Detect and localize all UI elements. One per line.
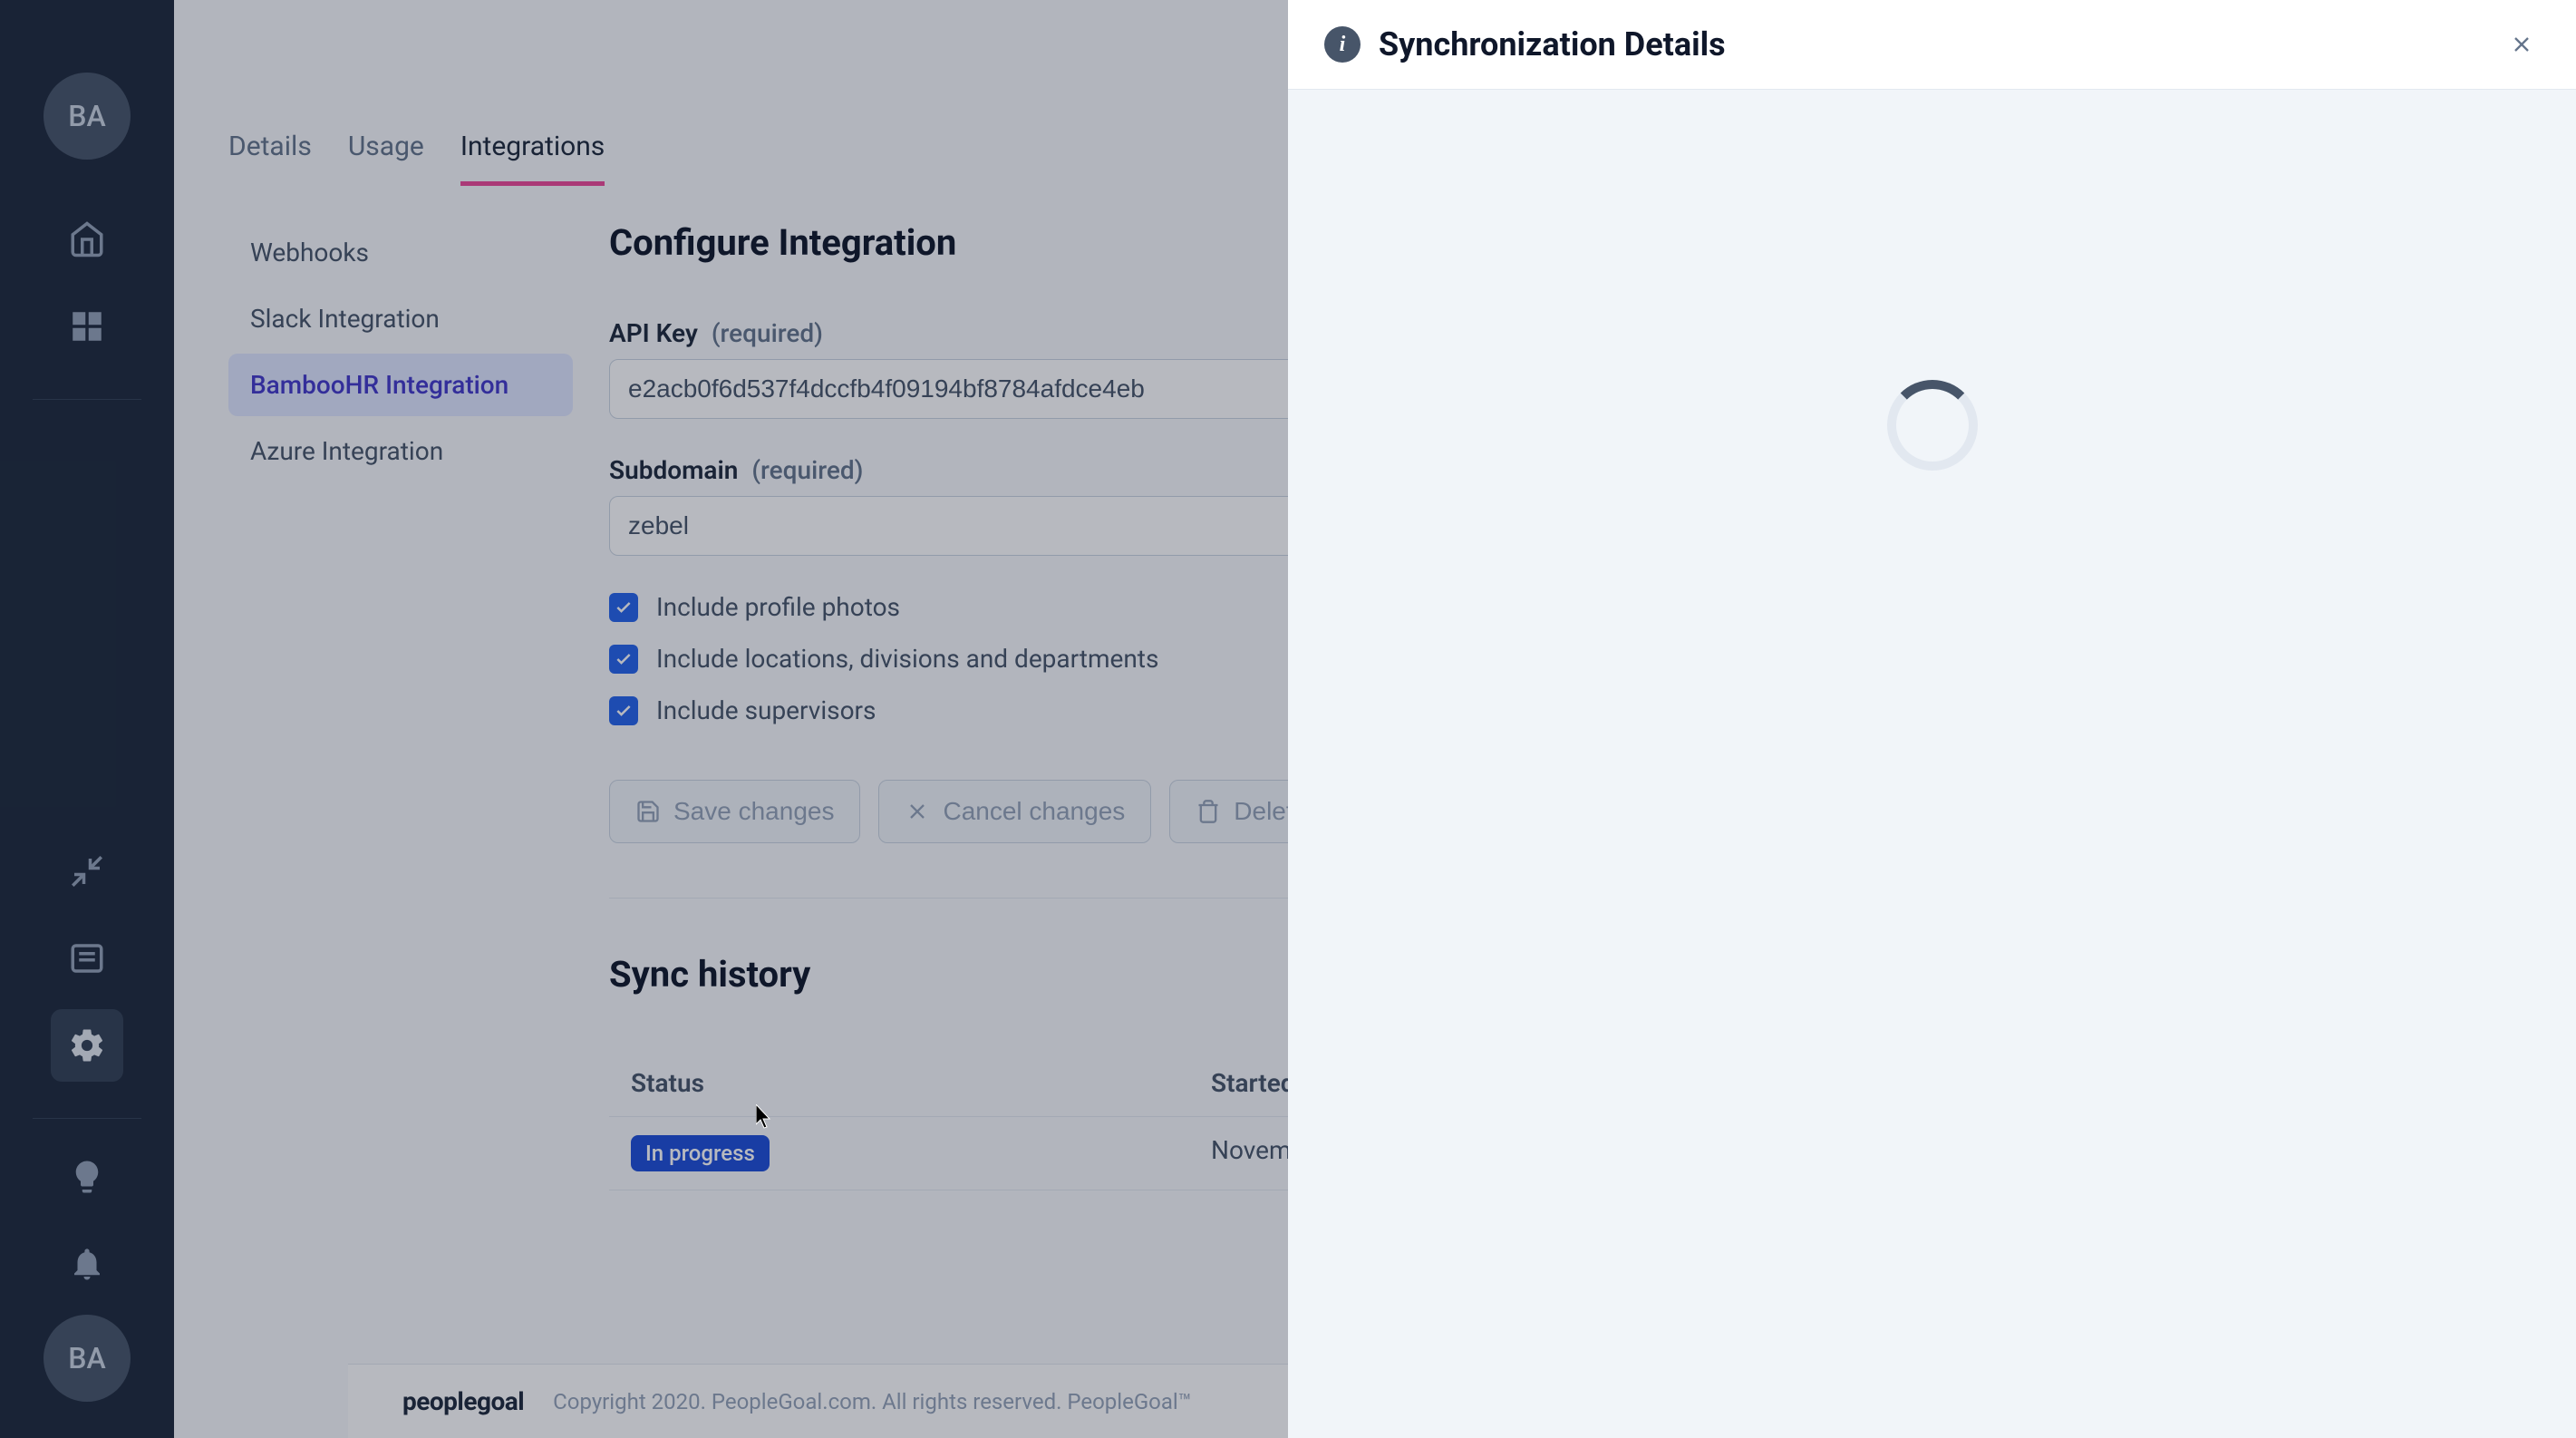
info-icon: i xyxy=(1324,26,1361,63)
loading-spinner xyxy=(1887,380,1978,471)
drawer-title: Synchronization Details xyxy=(1379,25,2485,63)
close-icon xyxy=(2509,32,2534,57)
sync-details-drawer: i Synchronization Details xyxy=(1288,0,2576,1438)
close-button[interactable] xyxy=(2503,26,2540,63)
drawer-body xyxy=(1288,90,2576,1438)
